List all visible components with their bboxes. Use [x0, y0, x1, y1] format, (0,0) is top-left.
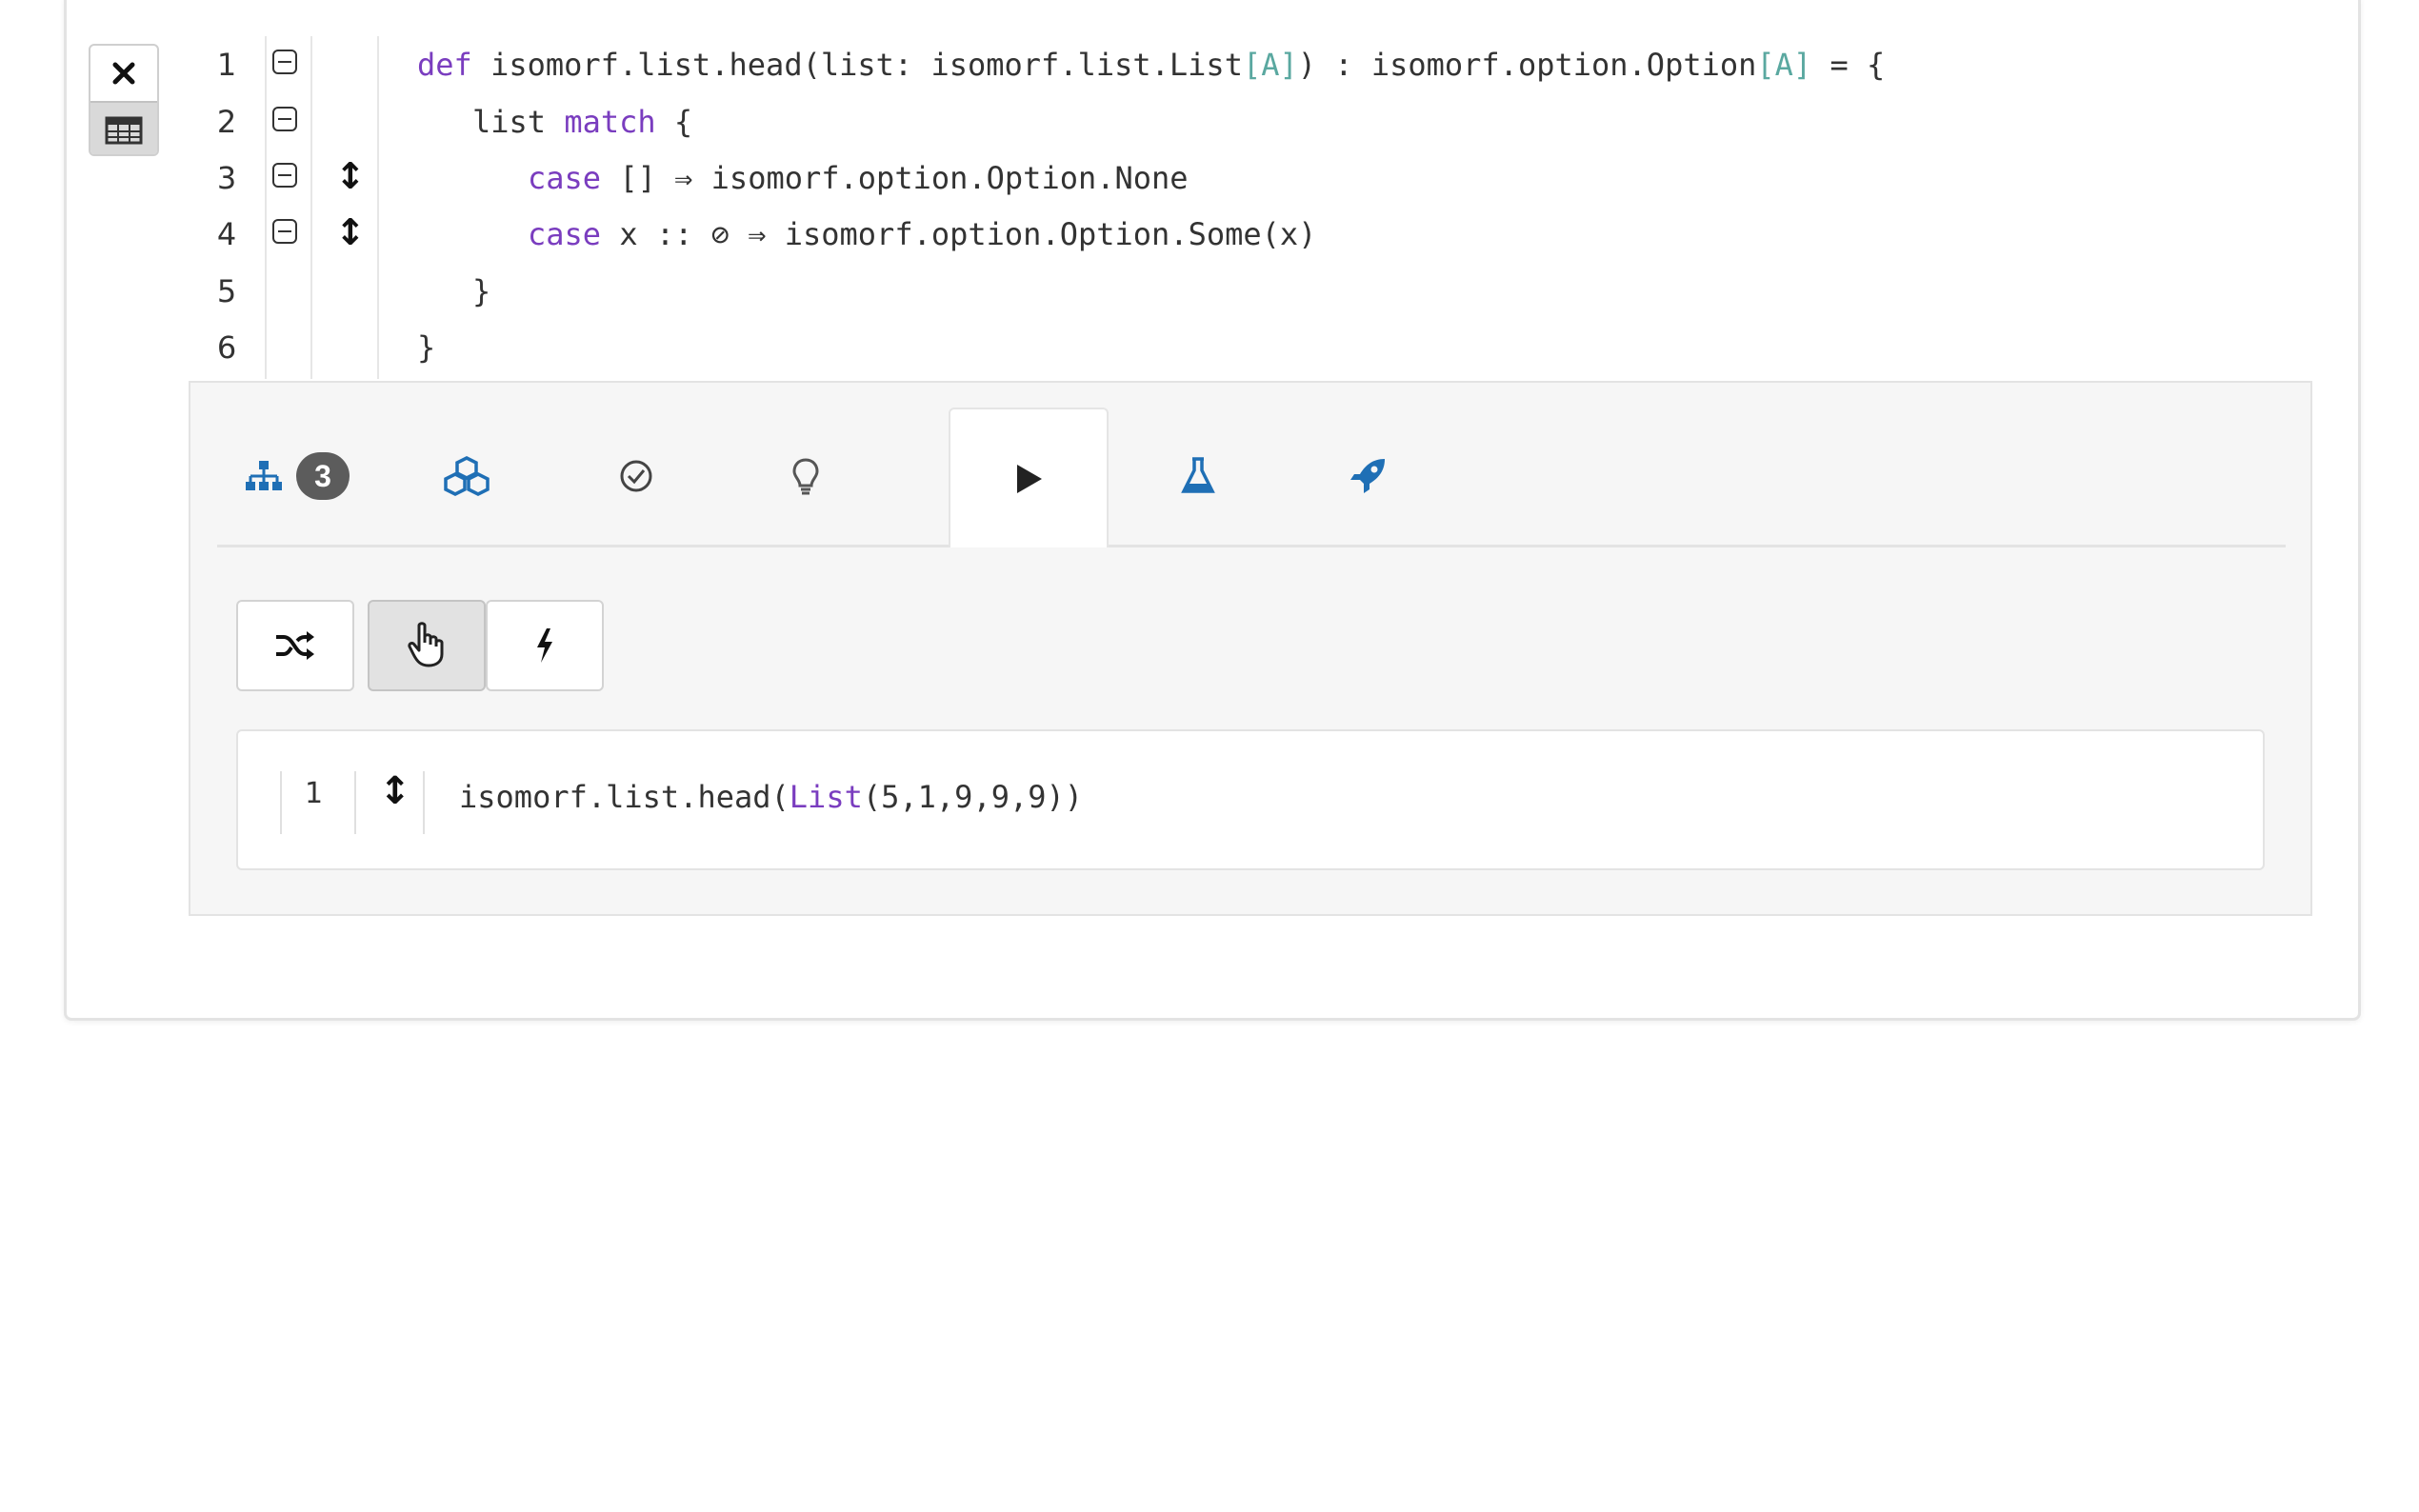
collapse-icon[interactable] — [272, 219, 297, 244]
collapse-icon[interactable] — [272, 50, 297, 74]
line-number: 4 — [216, 216, 237, 252]
code-token: list — [472, 104, 565, 140]
input-editor[interactable]: 1 ↕ isomorf.list.head(List(5,1,9,9,9)) — [236, 729, 2265, 870]
gutter-divider — [423, 771, 425, 834]
side-toolbar — [89, 44, 159, 156]
code-editor[interactable]: 1 def isomorf.list.head(list: isomorf.lis… — [189, 36, 2312, 379]
cubes-icon — [444, 456, 490, 496]
gutter-divider — [280, 771, 282, 834]
drag-handle-icon[interactable]: ↕ — [335, 211, 366, 253]
code-text[interactable]: def isomorf.list.head(list: isomorf.list… — [417, 47, 1885, 83]
code-line[interactable]: 2 list match { — [189, 93, 2284, 150]
code-line[interactable]: 3 ↕ case [] ⇒ isomorf.option.Option.None — [189, 149, 2284, 207]
rocket-icon — [1350, 459, 1385, 493]
code-token: [] ⇒ isomorf.option.Option.None — [601, 160, 1189, 196]
input-expression[interactable]: isomorf.list.head(List(5,1,9,9,9)) — [459, 779, 1083, 815]
code-token: case — [528, 160, 602, 196]
code-text[interactable]: } — [417, 329, 435, 366]
line-number: 1 — [305, 777, 324, 810]
tab-hints[interactable] — [726, 408, 886, 545]
drag-handle-icon[interactable]: ↕ — [335, 155, 366, 197]
code-token: (5,1,9,9,9)) — [862, 779, 1084, 815]
line-number: 3 — [216, 160, 237, 196]
table-icon — [105, 116, 143, 145]
code-line[interactable]: 5} — [189, 263, 2284, 320]
table-view-button[interactable] — [90, 101, 157, 154]
code-token: match — [564, 104, 656, 140]
shuffle-icon — [276, 631, 314, 660]
code-token: [A] — [1242, 47, 1298, 83]
code-text[interactable]: list match { — [472, 104, 692, 140]
code-token: x :: ⊘ ⇒ isomorf.option.Option.Some(x) — [601, 216, 1317, 252]
line-number: 2 — [216, 104, 237, 140]
structure-count-badge: 3 — [296, 452, 350, 500]
close-icon — [112, 62, 135, 85]
line-number: 6 — [216, 329, 237, 366]
code-token: isomorf.list.head( — [459, 779, 790, 815]
code-line[interactable]: 6} — [189, 319, 2284, 376]
code-line[interactable]: 4 ↕ case x :: ⊘ ⇒ isomorf.option.Option.So… — [189, 206, 2284, 263]
code-token: def — [417, 47, 472, 83]
quick-run-button[interactable] — [486, 600, 604, 691]
code-text[interactable]: case x :: ⊘ ⇒ isomorf.option.Option.Some… — [528, 216, 1316, 252]
close-button[interactable] — [90, 46, 157, 101]
code-token: case — [528, 216, 602, 252]
code-token: } — [472, 273, 491, 309]
tab-deploy[interactable] — [1288, 408, 1448, 545]
tab-structure[interactable]: 3 — [217, 408, 377, 545]
sitemap-icon — [246, 461, 282, 490]
collapse-icon[interactable] — [272, 163, 297, 188]
tab-check[interactable] — [556, 408, 716, 545]
tool-tabs: 3 — [217, 408, 2286, 547]
hand-pointer-icon — [408, 622, 444, 667]
gutter-divider — [354, 771, 356, 834]
play-icon — [1017, 464, 1042, 493]
tab-run[interactable] — [949, 408, 1109, 547]
code-token: ) : isomorf.option.Option — [1297, 47, 1757, 83]
tab-cubes[interactable] — [387, 408, 547, 545]
random-input-button[interactable] — [236, 600, 354, 691]
code-token: List — [789, 779, 863, 815]
line-number: 5 — [216, 273, 237, 309]
code-text[interactable]: } — [472, 273, 490, 309]
tool-panel: 3 1 ↕ isomorf.list.head(List(5,1,9,9,9)) — [189, 381, 2312, 916]
code-token: [A] — [1756, 47, 1812, 83]
code-token: = { — [1811, 47, 1886, 83]
drag-handle-icon[interactable]: ↕ — [379, 769, 411, 813]
check-circle-icon — [620, 460, 652, 492]
code-text[interactable]: case [] ⇒ isomorf.option.Option.None — [528, 160, 1189, 196]
bolt-icon — [537, 628, 552, 663]
code-token: { — [655, 104, 693, 140]
manual-input-button[interactable] — [368, 600, 486, 691]
line-number: 1 — [216, 47, 237, 83]
flask-icon — [1181, 457, 1215, 493]
code-line[interactable]: 1 def isomorf.list.head(list: isomorf.lis… — [189, 36, 2284, 93]
code-token: isomorf.list.head(list: isomorf.list.Lis… — [471, 47, 1243, 83]
collapse-icon[interactable] — [272, 107, 297, 131]
lightbulb-icon — [792, 458, 819, 495]
code-token: } — [417, 329, 436, 366]
tab-test[interactable] — [1118, 408, 1278, 545]
